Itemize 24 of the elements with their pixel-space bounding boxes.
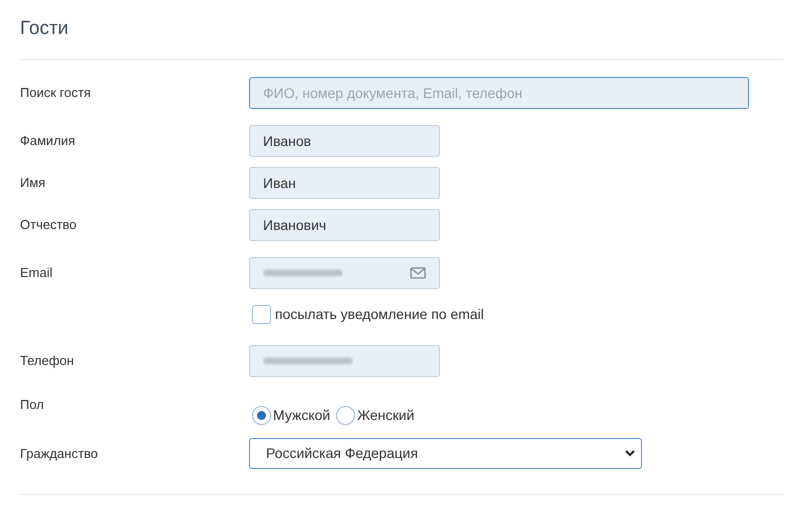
text-field[interactable] (249, 257, 440, 289)
text-field[interactable]: Иван (249, 167, 440, 199)
field-label: Email (20, 264, 54, 282)
text-field[interactable] (249, 345, 440, 377)
radio-option[interactable]: Мужской (252, 405, 330, 426)
field-label: Фамилия (20, 132, 76, 150)
field-label: Имя (20, 174, 46, 192)
field-label: Отчество (20, 216, 78, 234)
field-label: Гражданство (20, 444, 99, 463)
radio-option[interactable]: Женский (336, 405, 414, 426)
checkbox[interactable] (252, 305, 271, 324)
text-field[interactable]: Иванович (249, 209, 440, 241)
field-label: Телефон (20, 352, 75, 370)
checkbox-label: посылать уведомление по email (275, 305, 484, 324)
search-field[interactable]: ФИО, номер документа, Email, телефон (249, 77, 749, 109)
citizenship-select[interactable]: Российская Федерация (249, 438, 642, 469)
field-label: Поиск гостя (20, 84, 92, 102)
radio-button[interactable] (252, 406, 271, 425)
field-label: Пол (20, 396, 45, 414)
radio-button[interactable] (336, 406, 356, 425)
section-title: Гости (20, 17, 68, 42)
envelope-icon (410, 267, 426, 279)
text-field[interactable]: Иванов (249, 125, 440, 157)
chevron-down-icon (625, 450, 635, 457)
